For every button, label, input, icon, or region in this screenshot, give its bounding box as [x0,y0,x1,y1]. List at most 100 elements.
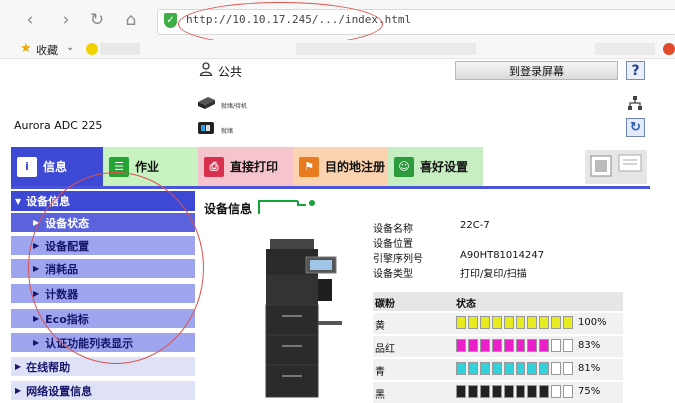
info-value: A90HT81014247 [460,250,545,261]
triangle-right-icon: ▶ [33,314,40,323]
highlight-ellipse-sidebar [28,172,204,364]
toner-table-header: 碳粉 状态 [373,292,623,311]
toner-segment [467,385,478,398]
toner-percent: 81% [578,363,601,374]
toner-percent: 100% [578,317,607,328]
toner-segment [491,339,502,352]
toner-segment [527,316,538,329]
toner-segment [456,339,466,352]
section-title: 设备信息 [204,202,253,216]
reload-icon[interactable]: ↻ [87,10,107,30]
toner-segment [479,339,490,352]
help-button[interactable]: ? [626,61,645,80]
toner-segment [563,339,574,352]
sidebar-item-label: 在线帮助 [26,360,71,374]
toner-level-bar [456,316,574,329]
bookmark-item-blurred[interactable] [595,43,655,55]
sidebar-item-label: 网络设置信息 [26,384,93,398]
info-label: 设备名称 [373,224,413,235]
toner-segment [479,316,490,329]
toner-segment [539,339,550,352]
toner-segment [503,385,514,398]
direct-print-icon: ⎙ [204,156,224,177]
refresh-button[interactable]: ↻ [626,118,645,137]
toner-segment [467,339,478,352]
tab-destination[interactable]: ⚑ 目的地注册 [293,147,388,186]
toner-segment [467,316,478,329]
toner-segment [527,339,538,352]
device-model-name: Aurora ADC 225 [14,119,103,132]
toner-segment [479,385,490,398]
toner-segment [551,385,562,398]
login-screen-button[interactable]: 到登录屏幕 [455,61,618,80]
user-icon [199,62,213,76]
info-label: 设备类型 [373,269,413,280]
toner-segment [551,316,562,329]
user-label: 公共 [218,65,243,79]
bookmark-item-blurred[interactable] [100,43,140,55]
bookmark-favicon[interactable] [86,43,98,55]
bookmarks-label[interactable]: 收藏 [36,42,58,58]
toner-segment [503,316,514,329]
toner-segment [479,362,490,375]
toner-segment [515,316,526,329]
toner-segment [539,362,550,375]
toner-name: 品红 [375,344,395,355]
printer-status-text: 就绪/待机 [221,103,248,110]
table-row: 黄 100% [373,311,623,334]
toner-status-icon [198,122,214,134]
mail-icon [590,154,642,177]
printer-status-icon [198,97,215,109]
toner-segment [491,362,502,375]
triangle-down-icon: ▼ [15,196,22,206]
toner-name: 黄 [375,321,385,332]
toner-segment [551,339,562,352]
network-icon[interactable] [627,95,643,111]
toner-level-bar [456,339,574,352]
sidebar-item-network-info[interactable]: ▶ 网络设置信息 [11,381,195,401]
tab-label: 直接打印 [230,160,279,174]
toner-percent: 75% [578,386,601,397]
column-header: 碳粉 [375,299,395,310]
forward-icon[interactable]: › [56,10,76,30]
toner-segment [456,362,466,375]
toner-segment [515,362,526,375]
tab-label: 作业 [135,160,160,174]
copier-image [265,239,342,398]
toner-name: 黑 [375,390,385,401]
info-value: 22C-7 [460,220,490,231]
shield-icon: ✓ [164,13,177,28]
back-icon[interactable]: ‹ [20,10,40,30]
toner-percent: 83% [578,340,601,351]
toner-segment [515,339,526,352]
arrow-icon [258,200,315,214]
toner-segment [563,316,574,329]
toner-segment [563,362,574,375]
toner-segment [527,385,538,398]
bookmark-favicon[interactable] [663,43,675,55]
info-icon: i [17,156,37,177]
toner-segment [515,385,526,398]
star-icon[interactable]: ★ [20,41,32,56]
tab-label: 信息 [43,160,68,174]
triangle-right-icon: ▶ [15,362,22,371]
info-label: 设备位置 [373,239,413,250]
triangle-right-icon: ▶ [33,338,40,347]
toner-segment [503,339,514,352]
toner-status-text: 就绪 [221,128,234,135]
chevron-down-icon[interactable]: ⌄ [66,42,74,53]
toner-segment [551,362,562,375]
tab-label: 喜好设置 [420,160,469,174]
home-icon[interactable]: ⌂ [121,10,141,30]
tab-favorites[interactable]: ☺ 喜好设置 [388,147,483,186]
toner-segment [539,385,550,398]
toner-segment [527,362,538,375]
tab-direct-print[interactable]: ⎙ 直接打印 [198,147,293,186]
toner-segment [503,362,514,375]
toner-segment [491,385,502,398]
tab-extra[interactable] [585,150,647,184]
info-value: 打印/复印/扫描 [460,269,527,280]
toner-segment [539,316,550,329]
toner-segment [563,385,574,398]
bookmark-item-blurred[interactable] [296,43,476,55]
